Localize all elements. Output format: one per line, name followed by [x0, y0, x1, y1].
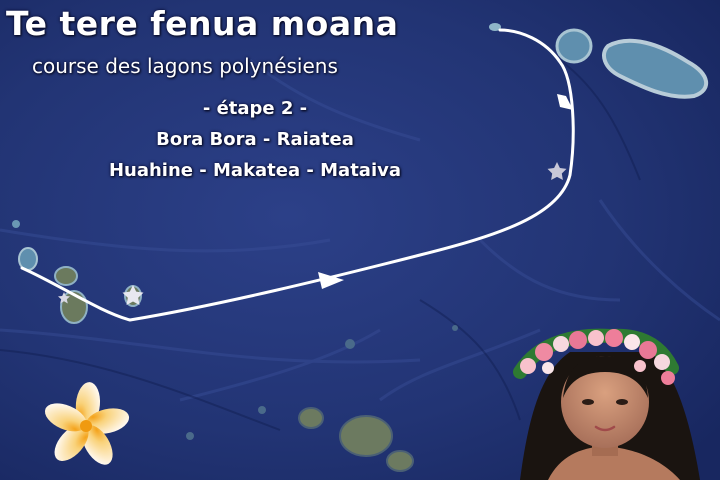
island-tikehau — [555, 28, 593, 64]
stage-route-line-2: Huahine - Makatea - Mataiva — [108, 160, 402, 181]
race-title: Te tere fenua moana — [6, 4, 399, 43]
map-illustration: Te tere fenua moana course des lagons po… — [0, 0, 720, 480]
island-moorea — [298, 407, 324, 429]
stage-route-line-1: Bora Bora - Raiatea — [156, 129, 354, 150]
stage-number: - étape 2 - — [202, 98, 308, 119]
race-subtitle: course des lagons polynésiens — [32, 54, 338, 78]
